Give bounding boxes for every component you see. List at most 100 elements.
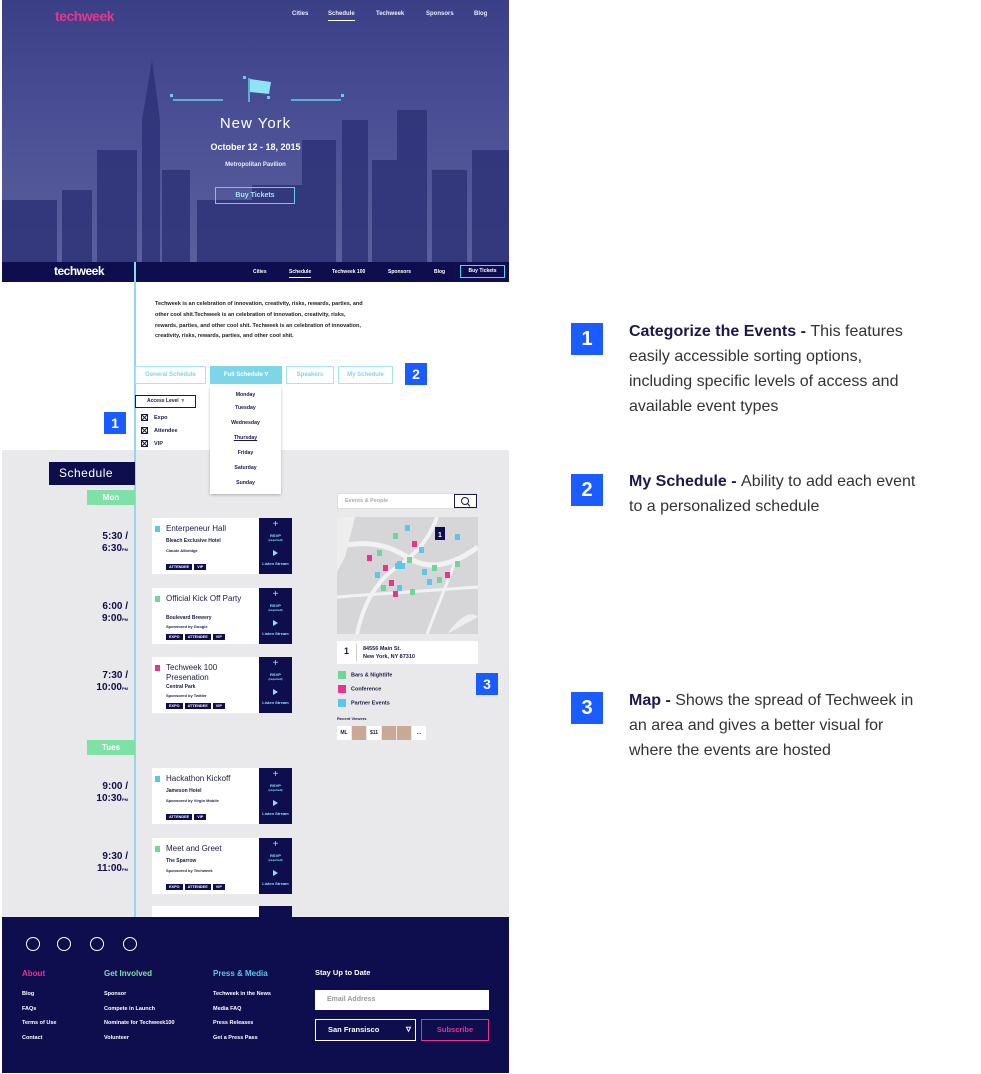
day-option-wednesday[interactable]: Wednesday	[210, 420, 281, 426]
search-input[interactable]: Events & People	[345, 498, 388, 504]
event-map[interactable]: 1	[337, 517, 478, 634]
hero-buy-tickets-button[interactable]: Buy Tickets	[215, 187, 295, 204]
access-level-dropdown[interactable]: Access Level ▿	[135, 395, 196, 408]
social-icon[interactable]	[26, 937, 40, 951]
map-pin[interactable]	[427, 579, 432, 585]
checkbox-expo-label: Expo	[154, 414, 168, 421]
social-icon[interactable]	[123, 937, 137, 951]
avatar[interactable]: ML	[337, 726, 351, 740]
navbar-logo[interactable]: techweek	[54, 264, 105, 278]
map-pin[interactable]	[389, 580, 394, 586]
map-pin[interactable]	[397, 585, 402, 591]
hero-logo[interactable]: techweek	[55, 8, 115, 24]
map-pin[interactable]	[455, 534, 460, 540]
checkbox-expo[interactable]: Expo	[141, 414, 167, 421]
nav-cities[interactable]: Cities	[253, 269, 267, 275]
map-pin[interactable]	[381, 585, 386, 591]
map-pin[interactable]	[393, 591, 398, 597]
day-option-tuesday[interactable]: Tuesday	[210, 405, 281, 411]
avatar-more[interactable]: ...	[412, 726, 426, 740]
checkbox-vip[interactable]: VIP	[141, 440, 163, 447]
hero-nav-cities[interactable]: Cities	[292, 11, 308, 17]
rsvp-button[interactable]: + RSVP (required) Listen Stream	[259, 768, 292, 824]
map-pin[interactable]	[422, 569, 427, 575]
event-tag: VIP	[212, 634, 225, 640]
legend-partner-events[interactable]: Partner Events	[338, 699, 390, 707]
footer-link[interactable]: Nominate for Techweek100	[104, 1020, 175, 1026]
day-option-saturday[interactable]: Saturday	[210, 465, 281, 471]
social-icon[interactable]	[57, 937, 71, 951]
tab-full-schedule[interactable]: Full Schedule ▿	[210, 366, 282, 384]
rsvp-button[interactable]: + RSVP (required) Listen Stream	[259, 657, 292, 713]
avatar[interactable]	[382, 726, 396, 740]
map-pin[interactable]	[410, 589, 415, 595]
event-card[interactable]: Meet and Greet The Sparrow Sponsored by Te…	[152, 838, 259, 894]
hero-nav-techweek[interactable]: Techweek	[376, 11, 404, 17]
map-pin[interactable]	[377, 550, 382, 556]
nav-schedule[interactable]: Schedule	[289, 269, 312, 278]
rsvp-button[interactable]: + RSVP (required) Listen Stream	[259, 588, 292, 644]
footer-link[interactable]: Terms of Use	[22, 1020, 56, 1026]
day-option-sunday[interactable]: Sunday	[210, 480, 281, 486]
event-card[interactable]: Official Kick Off Party Boulevard Brewery…	[152, 588, 259, 644]
avatar[interactable]	[352, 726, 366, 740]
event-category-flag-icon	[155, 596, 160, 602]
footer-link[interactable]: Get a Press Pass	[213, 1035, 258, 1041]
nav-buy-tickets-button[interactable]: Buy Tickets	[460, 265, 505, 278]
hero-nav-schedule[interactable]: Schedule	[328, 11, 355, 21]
city-select[interactable]: San Fransisco ▿	[315, 1019, 416, 1041]
event-time-end: 10:00PM	[80, 682, 128, 695]
map-pin[interactable]	[393, 533, 398, 539]
subscribe-button[interactable]: Subscribe	[421, 1019, 489, 1041]
footer-link[interactable]: FAQs	[22, 1006, 36, 1012]
event-card[interactable]: Enterpeneur Hall Bleach Exclusive Hotel Cl…	[152, 518, 259, 574]
footer-link[interactable]: Contact	[22, 1035, 42, 1041]
map-pin[interactable]	[367, 555, 372, 561]
search-button[interactable]	[454, 494, 477, 508]
nav-techweek-100[interactable]: Techweek 100	[332, 269, 365, 275]
nav-blog[interactable]: Blog	[434, 269, 445, 275]
map-pin[interactable]	[432, 565, 437, 571]
hero-nav-sponsors[interactable]: Sponsors	[426, 11, 454, 17]
tab-speakers[interactable]: Speakers	[286, 366, 334, 384]
event-venue: Boulevard Brewery	[166, 615, 212, 621]
avatar[interactable]	[397, 726, 411, 740]
tab-general-schedule[interactable]: General Schedule	[135, 366, 206, 384]
map-pin[interactable]	[437, 577, 442, 583]
event-card[interactable]: Hackathon Kickoff Jameson Hotel Sponsored …	[152, 768, 259, 824]
footer-link[interactable]: Compete in Launch	[104, 1006, 155, 1012]
legend-bars-nightlife[interactable]: Bars & Nightlife	[338, 671, 392, 679]
legend-conference[interactable]: Conference	[338, 685, 381, 693]
event-card[interactable]: Techweek 100 Presenation Central Park Spon…	[152, 657, 259, 713]
map-pin[interactable]	[445, 572, 450, 578]
footer-link[interactable]: Media FAQ	[213, 1006, 241, 1012]
footer-link[interactable]: Blog	[22, 991, 34, 997]
day-option-friday[interactable]: Friday	[210, 450, 281, 456]
avatar[interactable]: $11	[367, 726, 381, 740]
tab-my-schedule[interactable]: My Schedule	[338, 366, 393, 384]
map-pin[interactable]	[455, 561, 460, 567]
rsvp-button[interactable]: + RSVP (required) Listen Stream	[259, 518, 292, 574]
footer-link[interactable]: Techweek in the News	[213, 991, 271, 997]
nav-sponsors[interactable]: Sponsors	[388, 269, 411, 275]
map-pin[interactable]	[419, 547, 424, 553]
listen-stream-label: Listen Stream	[262, 561, 289, 566]
footer-link[interactable]: Press Releases	[213, 1020, 253, 1026]
footer-link[interactable]: Volunteer	[104, 1035, 129, 1041]
note-title: Categorize the Events -	[629, 323, 811, 340]
map-pin[interactable]	[383, 565, 388, 571]
checkbox-attendee[interactable]: Attendee	[141, 427, 178, 434]
map-pin[interactable]	[412, 541, 417, 547]
hero-nav-blog[interactable]: Blog	[474, 11, 487, 17]
email-field[interactable]: Email Address	[315, 990, 489, 1010]
rsvp-button[interactable]: + RSVP (required) Listen Stream	[259, 838, 292, 894]
map-pin[interactable]	[407, 557, 412, 563]
plus-icon: +	[272, 589, 279, 600]
map-pin[interactable]	[375, 572, 380, 578]
map-cluster-pin[interactable]	[395, 563, 405, 569]
footer-link[interactable]: Sponsor	[104, 991, 126, 997]
day-option-thursday[interactable]: Thursday	[210, 435, 281, 441]
map-pin[interactable]	[405, 525, 410, 531]
social-icon[interactable]	[90, 937, 104, 951]
day-option-monday[interactable]: Monday	[210, 392, 281, 398]
